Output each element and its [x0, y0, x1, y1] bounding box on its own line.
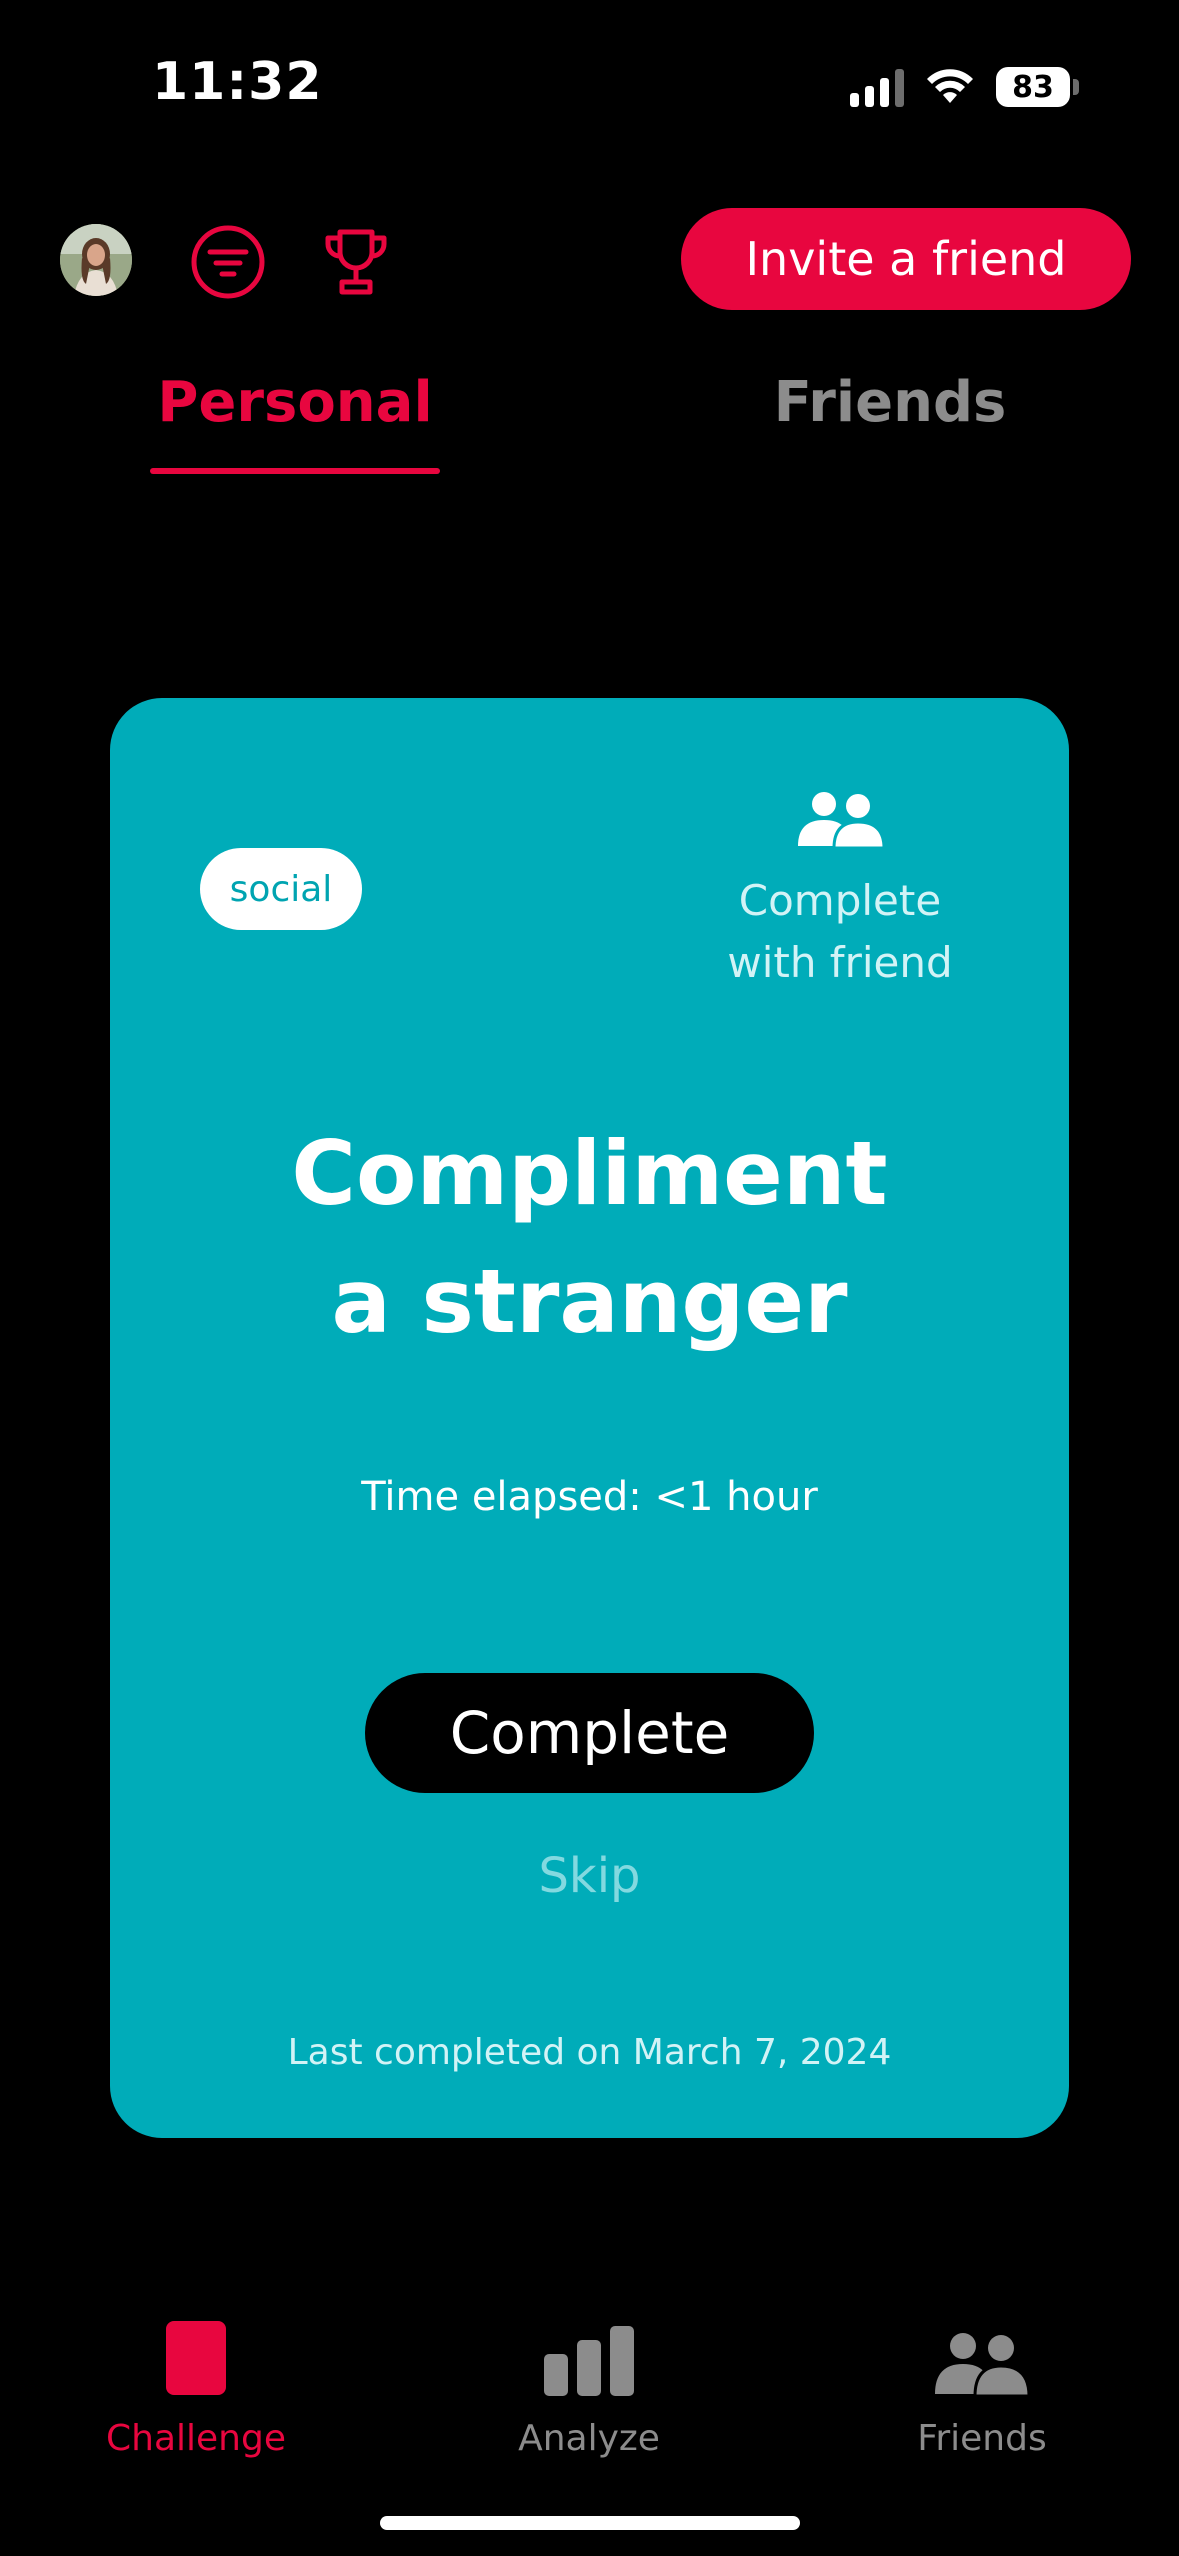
battery-icon: 83 [996, 67, 1079, 107]
avatar[interactable] [60, 224, 132, 296]
invite-friend-button[interactable]: Invite a friend [681, 208, 1131, 310]
challenge-icon [166, 2321, 226, 2395]
nav-analyze-label: Analyze [518, 2418, 660, 2459]
category-tag: social [200, 848, 362, 930]
active-tab-indicator [150, 468, 440, 474]
complete-with-friend-button[interactable]: Complete with friend [710, 790, 970, 994]
trophy-icon [325, 229, 387, 295]
last-completed-text: Last completed on March 7, 2024 [287, 2032, 892, 2073]
wifi-icon [927, 69, 973, 103]
battery-level: 83 [996, 67, 1070, 107]
time-elapsed: Time elapsed: <1 hour [361, 1474, 818, 1520]
tab-friends[interactable]: Friends [760, 370, 1020, 435]
status-time: 11:32 [152, 52, 323, 112]
nav-analyze[interactable]: Analyze [469, 2320, 709, 2459]
complete-button[interactable]: Complete [365, 1673, 814, 1793]
cellular-signal-icon [850, 67, 904, 107]
filter-button[interactable] [190, 224, 266, 300]
nav-challenge-label: Challenge [106, 2418, 286, 2459]
nav-friends[interactable]: Friends [862, 2320, 1102, 2459]
nav-friends-label: Friends [917, 2418, 1047, 2459]
home-indicator[interactable] [380, 2516, 800, 2530]
avatar-image [60, 224, 132, 296]
filter-icon [191, 225, 265, 299]
challenge-title: Compliment a stranger [291, 1122, 888, 1353]
challenge-card: social Complete with friend Compliment a… [110, 698, 1069, 2138]
bar-chart-icon [544, 2326, 634, 2396]
nav-challenge[interactable]: Challenge [76, 2320, 316, 2459]
skip-button[interactable]: Skip [490, 1848, 689, 1904]
people-icon [935, 2333, 1031, 2396]
tab-personal[interactable]: Personal [150, 370, 440, 435]
complete-with-friend-label: Complete with friend [727, 876, 953, 987]
status-icons: 83 [850, 62, 1079, 112]
people-icon [798, 792, 886, 850]
trophy-button[interactable] [318, 224, 394, 300]
